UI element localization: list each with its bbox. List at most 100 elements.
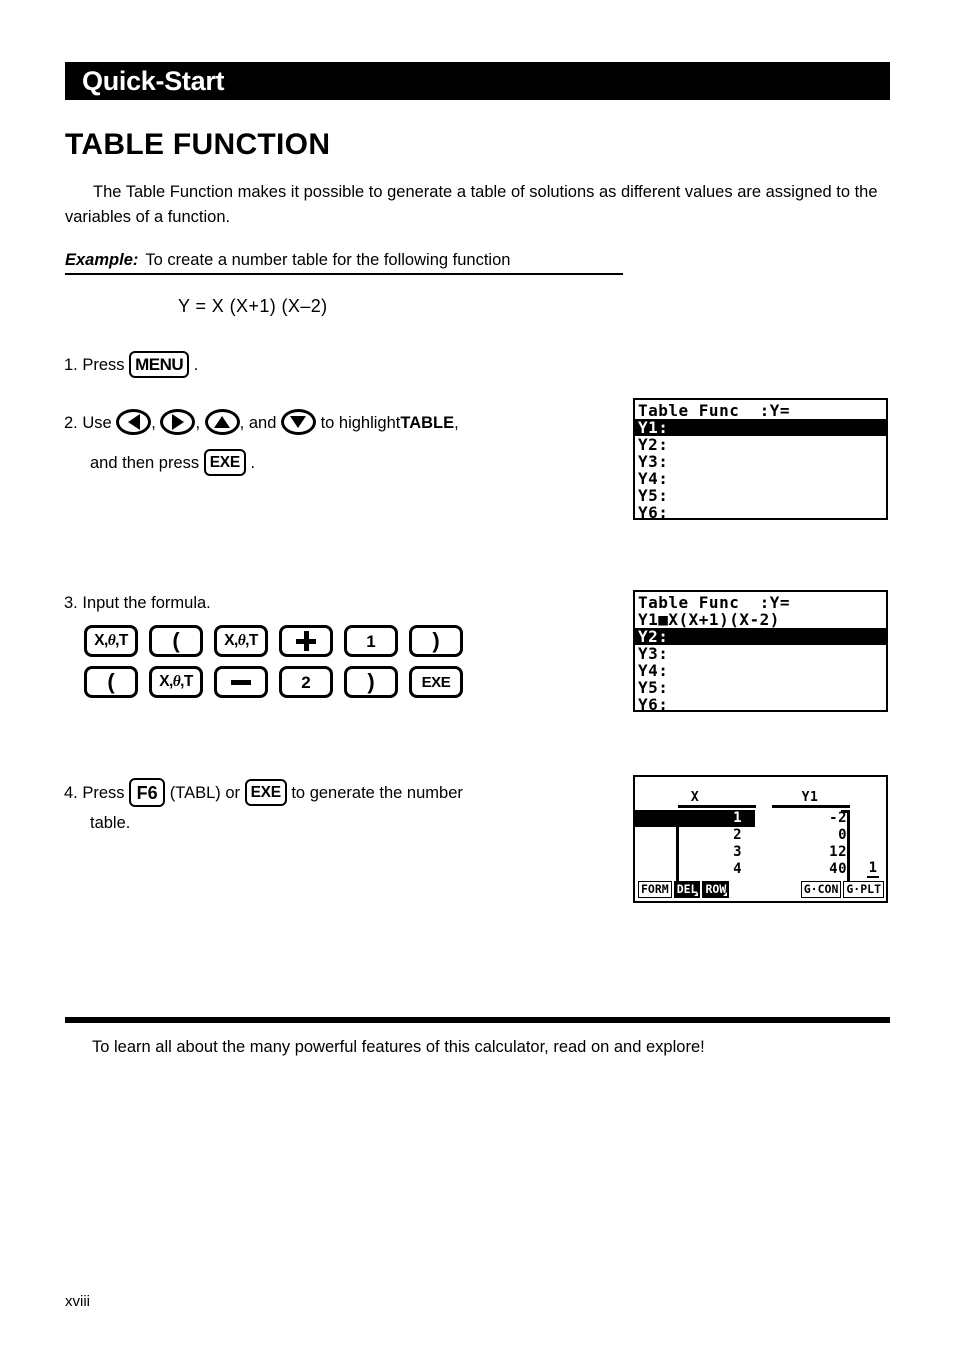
step-4-tail: to generate the number xyxy=(291,784,463,802)
column-header-y1: Y1 xyxy=(801,790,819,805)
xthetat-key[interactable]: X, θ ,T xyxy=(214,625,268,657)
f6-key[interactable]: F6 xyxy=(129,778,166,808)
table-row[interactable]: 3 12 xyxy=(635,844,886,861)
quick-start-banner: Quick-Start xyxy=(65,62,890,100)
step-4-verb: Press xyxy=(82,784,125,802)
fkey-g-plt[interactable]: G·PLT xyxy=(843,881,884,898)
step-2-target: TABLE xyxy=(400,414,455,432)
fkey-row[interactable]: ROW xyxy=(702,881,730,898)
step-4-paren-label: (TABL) xyxy=(169,784,221,802)
closing-paragraph: To learn all about the many powerful fea… xyxy=(92,1038,705,1056)
number-table: X Y1 1 -2 2 0 3 12 4 40 1 FORM DEL ROW G… xyxy=(635,777,886,901)
table-cell-y1: -2 xyxy=(829,810,847,826)
xthetat-key[interactable]: X, θ ,T xyxy=(84,625,138,657)
calculator-screen-3: X Y1 1 -2 2 0 3 12 4 40 1 FORM DEL ROW G… xyxy=(633,775,888,903)
table-row[interactable]: 1 -2 xyxy=(635,810,886,827)
step-3-number: 3. xyxy=(64,594,78,612)
fkey-del[interactable]: DEL xyxy=(673,881,701,898)
left-arrow-icon[interactable] xyxy=(116,408,152,435)
up-arrow-icon[interactable] xyxy=(204,408,240,435)
page-title: TABLE FUNCTION xyxy=(65,128,331,161)
step-4-line-2: table. xyxy=(90,814,131,833)
number-table-header: X Y1 xyxy=(635,790,886,805)
column-rule-y1 xyxy=(772,805,850,808)
screen-1-row[interactable]: Y5: xyxy=(635,487,886,504)
step-4-or: or xyxy=(225,784,241,802)
table-cell-x: 3 xyxy=(733,844,742,860)
calculator-screen-2: Table Func :Y= Y1■X(X+1)(X-2) Y2: Y3: Y4… xyxy=(633,590,888,712)
key-sequence-row-2: ( X, θ ,T 2 ) EXE xyxy=(84,666,524,698)
screen-1-row[interactable]: Y4: xyxy=(635,470,886,487)
example-heading: Example: To create a number table for the… xyxy=(65,251,623,275)
step-2-line-2: and then press EXE . xyxy=(64,448,624,478)
table-row[interactable]: 4 40 xyxy=(635,861,886,878)
screen-2-row[interactable]: Y6: xyxy=(635,696,886,710)
step-2-sep-1: , xyxy=(151,414,156,432)
step-3-text: Input the formula. xyxy=(82,594,211,612)
function-key-bar: FORM DEL ROW G·CON G·PLT xyxy=(638,881,886,898)
manual-page: Quick-Start TABLE FUNCTION The Table Fun… xyxy=(0,0,954,1352)
column-header-x: X xyxy=(690,790,700,805)
step-2-sep-2: , xyxy=(195,414,201,432)
step-2-number: 2. xyxy=(64,414,78,432)
minus-key[interactable] xyxy=(214,666,268,698)
table-row[interactable]: 2 0 xyxy=(635,827,886,844)
screen-1-row[interactable]: Y3: xyxy=(635,453,886,470)
digit-2-key[interactable]: 2 xyxy=(279,666,333,698)
step-1-period: . xyxy=(193,356,199,374)
plus-key[interactable] xyxy=(279,625,333,657)
screen-1-row[interactable]: Y6: xyxy=(635,504,886,518)
screen-2-row[interactable]: Y5: xyxy=(635,679,886,696)
example-formula: Y = X (X+1) (X–2) xyxy=(178,296,328,316)
menu-key[interactable]: MENU xyxy=(129,351,190,379)
fkey-g-con[interactable]: G·CON xyxy=(800,881,842,898)
step-2-line2-period: . xyxy=(250,454,256,472)
screen-2-row[interactable]: Y1■X(X+1)(X-2) xyxy=(635,611,886,628)
screen-2-row[interactable]: Y4: xyxy=(635,662,886,679)
step-2-tail: to highlight xyxy=(320,414,401,432)
example-label: Example: xyxy=(65,251,139,269)
screen-1-content: Table Func :Y= Y1: Y2: Y3: Y4: Y5: Y6: xyxy=(635,400,886,518)
step-1-number: 1. xyxy=(64,356,78,374)
table-page-indicator: 1 xyxy=(866,860,879,878)
open-paren-key[interactable]: ( xyxy=(149,625,203,657)
open-paren-key[interactable]: ( xyxy=(84,666,138,698)
screen-2-row[interactable]: Y2: xyxy=(635,628,886,645)
step-2-and: , and xyxy=(239,414,277,432)
intro-paragraph: The Table Function makes it possible to … xyxy=(65,183,878,226)
step-2-comma: , xyxy=(454,414,459,432)
step-3: 3. Input the formula. X, θ ,T ( X, θ ,T 1 ) … xyxy=(64,588,524,707)
close-paren-key[interactable]: ) xyxy=(344,666,398,698)
fkey-form[interactable]: FORM xyxy=(638,881,672,898)
page-number: xviii xyxy=(65,1293,90,1310)
table-cell-y1: 12 xyxy=(829,844,847,860)
step-4-number: 4. xyxy=(64,784,78,802)
column-rule-x xyxy=(678,805,756,808)
table-cell-y1: 40 xyxy=(829,861,847,877)
banner-title: Quick-Start xyxy=(82,65,225,96)
screen-2-row[interactable]: Y3: xyxy=(635,645,886,662)
step-1-verb: Press xyxy=(82,356,125,374)
table-cell-x: 1 xyxy=(635,810,755,827)
screen-1-row[interactable]: Y1: xyxy=(635,419,886,436)
screen-1-row[interactable]: Y2: xyxy=(635,436,886,453)
exe-key[interactable]: EXE xyxy=(244,779,287,807)
xthetat-key[interactable]: X, θ ,T xyxy=(149,666,203,698)
key-sequence-row-1: X, θ ,T ( X, θ ,T 1 ) xyxy=(84,625,524,657)
right-arrow-icon[interactable] xyxy=(160,408,196,435)
step-4: 4. Press F6 (TABL) or EXE to generate th… xyxy=(64,778,624,838)
close-paren-key[interactable]: ) xyxy=(409,625,463,657)
table-cell-x: 2 xyxy=(733,827,742,843)
number-table-body: 1 -2 2 0 3 12 4 40 xyxy=(635,810,886,878)
example-description: To create a number table for the followi… xyxy=(145,251,511,269)
table-cell-y1: 0 xyxy=(838,827,847,843)
down-arrow-icon[interactable] xyxy=(280,408,316,435)
key-sequence: X, θ ,T ( X, θ ,T 1 ) ( X, θ ,T 2 ) EXE xyxy=(64,625,524,698)
exe-key[interactable]: EXE xyxy=(409,666,463,698)
exe-key[interactable]: EXE xyxy=(203,449,246,477)
digit-1-key[interactable]: 1 xyxy=(344,625,398,657)
screen-2-title: Table Func :Y= xyxy=(638,593,790,612)
screen-1-title: Table Func :Y= xyxy=(638,401,790,420)
footer-divider xyxy=(65,1017,890,1023)
step-1: 1. Press MENU . xyxy=(64,350,198,380)
